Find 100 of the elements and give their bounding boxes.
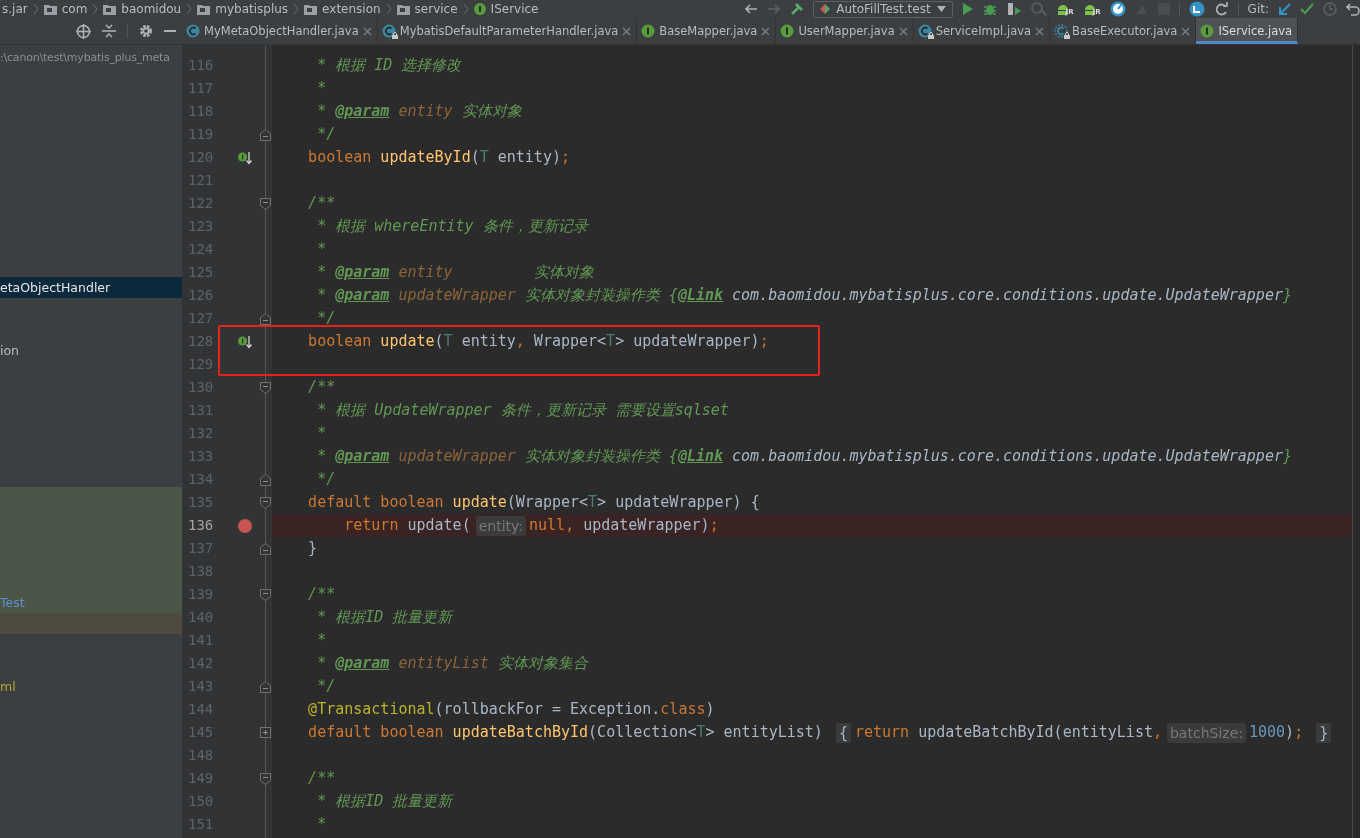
keyword: null, bbox=[529, 515, 575, 536]
comment-text: * bbox=[316, 285, 327, 306]
editor-tab[interactable]: BaseMapper.java bbox=[637, 18, 777, 44]
code-text: } bbox=[307, 538, 318, 559]
class-reference: com.baomidou.mybatisplus.core.conditions.update.UpdateWrapper bbox=[732, 446, 1283, 467]
type-parameter: T bbox=[696, 722, 706, 743]
chevron-icon bbox=[385, 3, 392, 15]
breadcrumb-item[interactable]: mybatisplus bbox=[215, 2, 289, 16]
code-text: ) bbox=[1285, 722, 1295, 743]
doc-tag: @param bbox=[335, 652, 390, 675]
fold-icon[interactable] bbox=[259, 197, 271, 210]
implemented-method-icon[interactable] bbox=[238, 150, 252, 165]
gauge-icon[interactable] bbox=[1109, 1, 1126, 17]
editor-tab[interactable]: UserMapper.java bbox=[776, 18, 914, 44]
editor-tab[interactable]: IService.java bbox=[1196, 18, 1299, 44]
doc-tag: @param bbox=[335, 445, 390, 468]
comment-text: * 根据 ID 选择修改 bbox=[316, 55, 462, 76]
folder-icon bbox=[197, 3, 211, 15]
comment-text: /** bbox=[307, 584, 336, 605]
code-text: (Wrapper< bbox=[506, 492, 589, 513]
close-icon[interactable] bbox=[761, 26, 771, 36]
comment-text: /** bbox=[307, 377, 336, 398]
breadcrumb-item[interactable]: com bbox=[61, 2, 88, 16]
fold-icon[interactable] bbox=[259, 496, 271, 509]
implemented-method-icon[interactable] bbox=[238, 334, 252, 349]
coverage-icon[interactable] bbox=[1005, 2, 1022, 16]
keyword: default boolean bbox=[307, 722, 444, 743]
breadcrumb-item[interactable]: extension bbox=[322, 2, 381, 16]
close-icon[interactable] bbox=[362, 26, 372, 36]
tree-item[interactable]: ml bbox=[0, 676, 182, 697]
lock-icon bbox=[1064, 32, 1071, 39]
comment-text: * bbox=[316, 262, 327, 283]
folded-code: { bbox=[835, 722, 851, 743]
run-icon[interactable] bbox=[961, 2, 974, 16]
abstract-class-file-icon bbox=[1054, 24, 1069, 38]
sync-icon[interactable] bbox=[1213, 1, 1229, 17]
keyword: , bbox=[1152, 722, 1162, 743]
fold-icon[interactable] bbox=[259, 381, 271, 394]
target-icon[interactable] bbox=[76, 23, 91, 39]
close-icon[interactable] bbox=[1181, 26, 1191, 36]
tree-item[interactable]: ion bbox=[0, 340, 182, 361]
vcs-label: Git: bbox=[1247, 2, 1269, 16]
folder-icon bbox=[103, 3, 117, 15]
collapse-all-icon[interactable] bbox=[102, 24, 116, 38]
revert-icon[interactable] bbox=[1346, 2, 1360, 16]
comment-text: } bbox=[1282, 285, 1292, 306]
close-icon[interactable] bbox=[1035, 26, 1045, 36]
comment-text: 实体对象封装操作类 { bbox=[524, 285, 678, 306]
hammer-icon[interactable] bbox=[790, 2, 805, 16]
update-project-icon[interactable] bbox=[1188, 1, 1205, 17]
interface-icon bbox=[473, 3, 486, 15]
parameter-name: entityList bbox=[398, 653, 489, 674]
interface-file-icon bbox=[1200, 24, 1215, 38]
breakpoint-icon[interactable] bbox=[238, 518, 252, 533]
breadcrumb-item[interactable]: s.jar bbox=[2, 2, 28, 16]
comment-text: * bbox=[316, 78, 327, 99]
code-text: entity bbox=[461, 331, 516, 352]
parameter-name: updateWrapper bbox=[398, 446, 516, 467]
close-icon[interactable] bbox=[622, 26, 632, 36]
comment-text: 实体对象集合 bbox=[497, 653, 588, 674]
arrow-down-left-icon[interactable] bbox=[1278, 2, 1291, 16]
fold-icon[interactable] bbox=[259, 128, 271, 141]
editor-tab[interactable]: MybatisDefaultParameterHandler.java bbox=[377, 18, 638, 44]
minimize-icon[interactable] bbox=[164, 29, 176, 33]
code-text: > updateWrapper) bbox=[615, 331, 760, 352]
type-parameter: T bbox=[588, 492, 598, 513]
debug-icon[interactable] bbox=[982, 2, 997, 16]
lock-icon bbox=[927, 32, 934, 39]
comment-text: * 根据ID 批量更新 bbox=[316, 607, 453, 628]
back-arrow-icon[interactable] bbox=[744, 3, 759, 15]
comment-text: */ bbox=[316, 469, 336, 490]
type-parameter: T bbox=[606, 331, 616, 352]
code-text: updateBatchById(entityList bbox=[918, 722, 1153, 743]
checkmark-icon[interactable] bbox=[1300, 3, 1314, 15]
comment-text: * bbox=[316, 814, 327, 835]
class-file-icon bbox=[186, 24, 200, 38]
fold-icon[interactable] bbox=[259, 680, 271, 693]
method-name: updateBatchById bbox=[452, 722, 589, 743]
comment-text: * 根据 UpdateWrapper 条件，更新记录 需要设置sqlset bbox=[316, 400, 729, 421]
parameter-name: entity bbox=[398, 101, 453, 122]
editor-tab[interactable]: ServiceImpl.java bbox=[913, 18, 1051, 44]
fold-icon[interactable] bbox=[259, 588, 271, 601]
fold-icon[interactable] bbox=[259, 772, 271, 785]
comment-text: */ bbox=[316, 124, 336, 145]
breadcrumb-item[interactable]: service bbox=[414, 2, 458, 16]
run-configuration-dropdown[interactable]: AutoFillTest.test bbox=[813, 0, 953, 18]
code-text: > entityList) bbox=[705, 722, 823, 743]
tree-item[interactable]: etaObjectHandler bbox=[0, 277, 182, 298]
breadcrumb-item[interactable]: baomidou bbox=[121, 2, 182, 16]
keyword: return bbox=[343, 515, 399, 536]
settings-icon[interactable] bbox=[139, 24, 153, 38]
expand-icon[interactable] bbox=[259, 727, 271, 738]
close-icon[interactable] bbox=[898, 26, 908, 36]
fold-icon[interactable] bbox=[259, 542, 271, 555]
fold-icon[interactable] bbox=[259, 312, 271, 325]
editor-tab[interactable]: MyMetaObjectHandler.java bbox=[182, 18, 378, 44]
chevron-icon bbox=[293, 3, 300, 15]
type-parameter: T bbox=[479, 147, 489, 168]
fold-icon[interactable] bbox=[259, 473, 271, 486]
breadcrumb-item[interactable]: IService bbox=[490, 2, 539, 16]
